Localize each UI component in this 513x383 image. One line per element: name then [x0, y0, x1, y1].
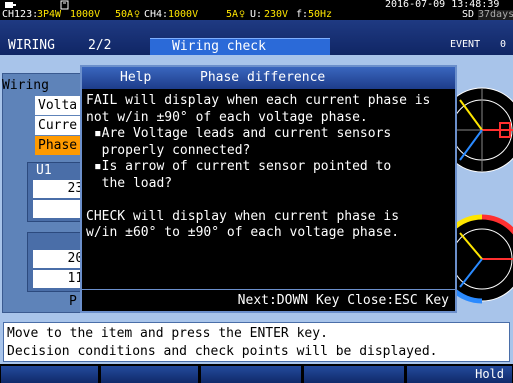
help-dialog-footer: Next:DOWN Key Close:ESC Key — [82, 289, 455, 311]
help-dialog-title: Help — [120, 70, 152, 85]
event-count: 0 — [500, 39, 507, 50]
title-bar: WIRING 2/2 Wiring check EVENT 0 — [0, 20, 513, 55]
wiring-mode: 3P4W — [37, 9, 62, 20]
u1-label: U1 — [36, 163, 52, 178]
event-label: EVENT — [450, 39, 481, 50]
f1-key[interactable] — [1, 366, 98, 383]
help-dialog-body: FAIL will display when each current phas… — [86, 93, 431, 240]
wiring-panel-title: Wiring — [2, 78, 49, 93]
ch4-range: 1000V — [168, 9, 199, 20]
sd-label: SD — [462, 9, 475, 20]
bottom-item-label: P — [69, 294, 77, 309]
tab-wiring-check[interactable]: Wiring check — [150, 38, 330, 55]
tab-wiring-check-label: Wiring check — [172, 39, 266, 54]
message-area: Move to the item and press the ENTER key… — [0, 318, 513, 364]
voltage-range: 1000V — [70, 9, 101, 20]
f-value: 50Hz — [308, 9, 333, 20]
hold-key[interactable]: Hold — [407, 366, 512, 383]
u-label: U: — [250, 9, 263, 20]
message-box: Move to the item and press the ENTER key… — [3, 322, 510, 362]
ch4-label: CH4: — [144, 9, 169, 20]
ch4-current: 5A — [226, 9, 239, 20]
message-line-1: Move to the item and press the ENTER key… — [7, 326, 328, 341]
f3-key[interactable] — [201, 366, 301, 383]
page-indicator: 2/2 — [88, 38, 112, 53]
u-value: 230V — [264, 9, 289, 20]
screen-title: WIRING — [8, 38, 55, 53]
help-dialog-topic: Phase difference — [200, 70, 326, 85]
current-range: 50A — [115, 9, 134, 20]
sd-days: 37days — [478, 9, 513, 20]
f4-key[interactable] — [304, 366, 404, 383]
f2-key[interactable] — [101, 366, 198, 383]
status-bar: 2016-07-09 13:48:39 CH123: 3P4W 1000V 50… — [0, 0, 513, 20]
clamp-icon: ♀ — [134, 9, 141, 20]
sd-card-icon — [60, 0, 70, 10]
help-dialog: Help Phase difference FAIL will display … — [80, 65, 457, 313]
clamp-icon-2: ♀ — [239, 9, 246, 20]
help-dialog-title-bar: Help Phase difference — [82, 67, 455, 89]
function-key-bar: Hold — [0, 364, 513, 383]
message-line-2: Decision conditions and check points wil… — [7, 344, 438, 359]
channels-label: CH123: — [2, 9, 39, 20]
f-label: f: — [296, 9, 309, 20]
